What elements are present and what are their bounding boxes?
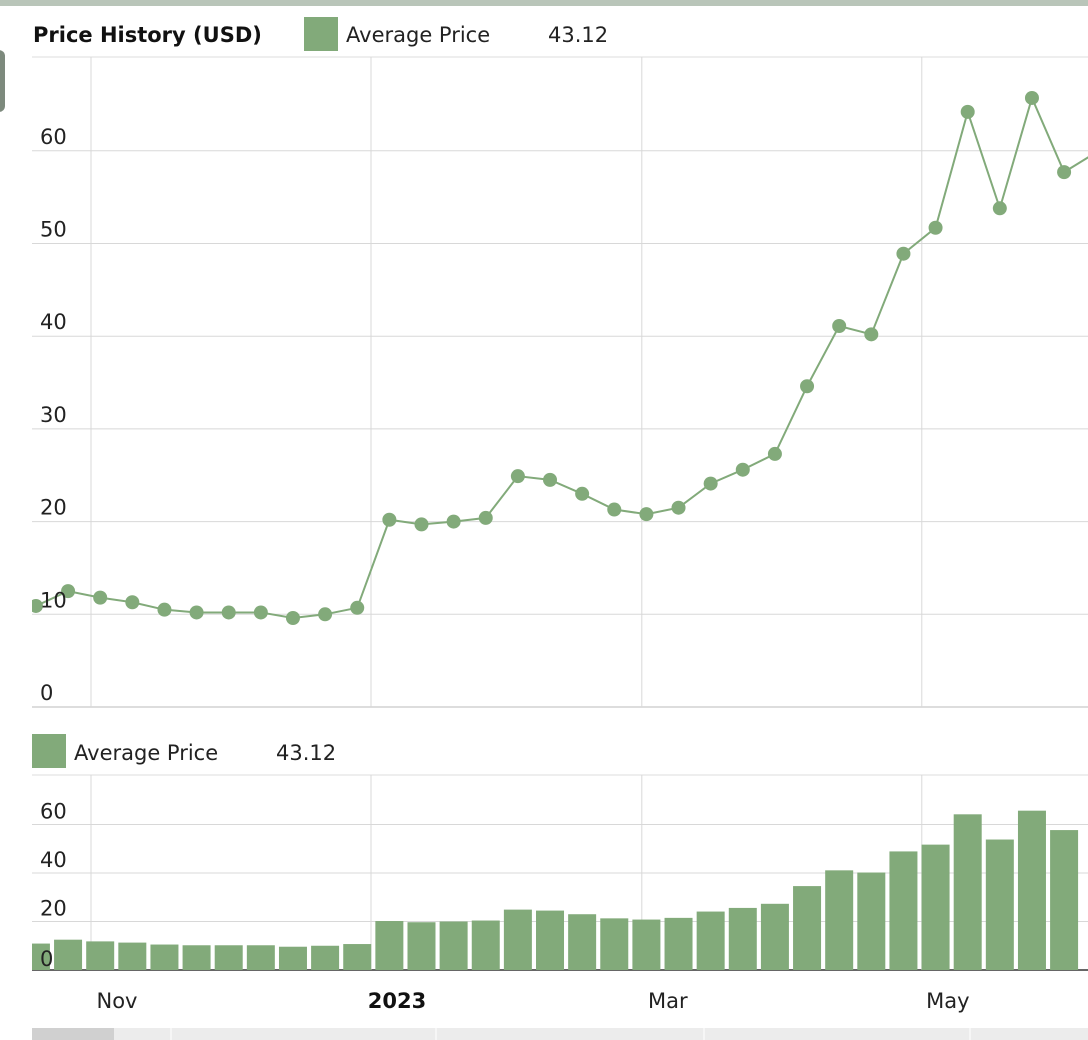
y-tick-label: 0: [40, 681, 53, 705]
data-point: [446, 514, 461, 529]
data-point: [478, 510, 493, 525]
legend-label-bottom[interactable]: Average Price: [74, 741, 218, 765]
data-point: [992, 201, 1007, 216]
data-point: [800, 379, 815, 394]
y-tick-label: 0: [40, 947, 53, 971]
data-point: [350, 600, 365, 615]
bar: [439, 921, 468, 970]
bar: [696, 911, 725, 970]
data-point: [607, 502, 622, 517]
data-point: [735, 462, 750, 477]
data-point: [543, 472, 558, 487]
bar: [760, 903, 789, 970]
bar: [246, 945, 275, 970]
bar: [118, 942, 147, 970]
legend-label[interactable]: Average Price: [346, 23, 490, 47]
bar: [921, 844, 950, 970]
legend-swatch-bottom[interactable]: [32, 734, 66, 768]
bar: [503, 909, 532, 970]
x-tick-label: 2023: [368, 989, 426, 1013]
data-point: [189, 605, 204, 620]
data-point: [318, 607, 333, 622]
bar: [150, 944, 179, 970]
data-point: [896, 246, 911, 261]
bar: [985, 839, 1014, 970]
x-tick-label: May: [926, 989, 969, 1013]
y-tick-label: 60: [40, 800, 67, 824]
bar: [568, 914, 597, 970]
x-tick-label: Mar: [648, 989, 688, 1013]
data-point: [864, 327, 879, 342]
data-point: [125, 595, 140, 610]
y-tick-label: 10: [40, 588, 67, 612]
bar: [664, 917, 693, 970]
bar: [1017, 810, 1046, 970]
data-point: [1024, 90, 1039, 105]
y-tick-label: 40: [40, 848, 67, 872]
data-point: [832, 319, 847, 334]
y-tick-label: 60: [40, 125, 67, 149]
data-point: [414, 517, 429, 532]
y-tick-label: 30: [40, 403, 67, 427]
scrollbar-thumb[interactable]: [32, 1028, 114, 1040]
navigator-scrollbar[interactable]: [32, 1028, 1088, 1040]
y-tick-label: 50: [40, 218, 67, 242]
price-line: [35, 95, 1088, 620]
line-series: [32, 90, 1088, 626]
data-point: [93, 590, 108, 605]
legend-value-bottom: 43.12: [276, 741, 336, 765]
data-point: [221, 605, 236, 620]
bar: [793, 886, 822, 970]
data-point: [382, 512, 397, 527]
data-point: [1057, 165, 1072, 180]
bar: [857, 872, 886, 970]
bar: [1050, 830, 1079, 970]
data-point: [285, 611, 300, 626]
bar: [471, 920, 500, 970]
bar: [343, 944, 372, 970]
scrollbar-track[interactable]: [32, 1028, 1088, 1040]
y-tick-label: 20: [40, 496, 67, 520]
bar: [407, 922, 436, 970]
bar: [600, 918, 629, 970]
bar: [632, 919, 661, 970]
bar: [182, 945, 211, 970]
data-point: [253, 605, 268, 620]
bar: [953, 814, 982, 970]
data-point: [703, 476, 718, 491]
price-history-chart: 0 10 20 30 40 50 60 0 20 40 60 Nov 2023 Mar May Price …: [32, 17, 1088, 1040]
bar: [214, 945, 243, 970]
chart-title: Price History (USD): [33, 23, 262, 47]
bar: [86, 941, 115, 970]
data-point: [960, 104, 975, 119]
bar: [278, 946, 307, 970]
data-point: [575, 486, 590, 501]
bar: [536, 910, 565, 970]
bar: [889, 851, 918, 970]
legend-value: 43.12: [548, 23, 608, 47]
bar: [54, 939, 83, 970]
x-tick-label: Nov: [97, 989, 138, 1013]
bar: [311, 945, 340, 970]
y-tick-label: 40: [40, 310, 67, 334]
bar: [375, 921, 404, 970]
bar-series: [32, 810, 1079, 970]
data-point: [767, 446, 782, 461]
bar: [825, 870, 854, 970]
data-point: [510, 469, 525, 484]
bar: [728, 907, 757, 970]
data-point: [671, 500, 686, 515]
data-point: [157, 602, 172, 617]
legend-swatch[interactable]: [304, 17, 338, 51]
data-point: [639, 507, 654, 522]
y-tick-label: 20: [40, 897, 67, 921]
data-point: [928, 220, 943, 235]
